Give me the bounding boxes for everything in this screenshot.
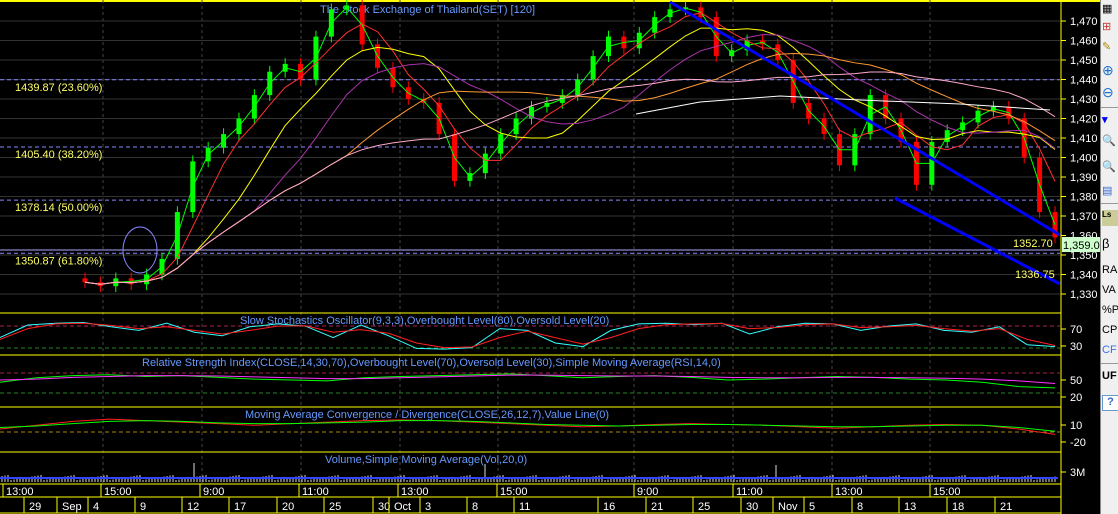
date-label: Oct xyxy=(394,501,411,513)
date-label: 30 xyxy=(746,501,758,513)
time-label: 13:00 xyxy=(835,486,863,498)
date-label: 8 xyxy=(472,501,478,513)
moving-average-line xyxy=(84,34,1056,285)
table-icon[interactable]: ▦ xyxy=(1102,2,1118,18)
date-label: 30 xyxy=(378,501,390,513)
plus-icon[interactable]: ⊕ xyxy=(1102,62,1118,78)
time-label: 15:00 xyxy=(933,486,961,498)
fib-label: 1378.14 (50.00%) xyxy=(15,202,102,214)
date-label: 18 xyxy=(952,501,964,513)
date-label: Nov xyxy=(778,501,798,513)
date-label: 17 xyxy=(234,501,246,513)
date-label: 21 xyxy=(651,501,663,513)
time-label: 9:00 xyxy=(203,486,224,498)
y-tick-label: 1,400 xyxy=(1070,153,1098,165)
indicator-title: Moving Average Convergence / Divergence(… xyxy=(245,409,609,421)
percent-p-button[interactable]: %P xyxy=(1102,304,1118,320)
y-tick-label: 1,420 xyxy=(1070,114,1098,126)
fib-label: 1405.40 (38.20%) xyxy=(15,149,102,161)
time-label: 15:00 xyxy=(500,486,528,498)
y-tick-label: 1,440 xyxy=(1070,75,1098,87)
y-tick-label: 1,370 xyxy=(1070,211,1098,223)
indicator-title: Volume,Simple Moving Average(Vol,20,0) xyxy=(325,454,527,466)
time-label: 11:00 xyxy=(736,486,763,498)
date-label: 4 xyxy=(93,501,99,513)
y-tick-label: 1,410 xyxy=(1070,133,1098,145)
ls-icon[interactable]: Ls xyxy=(1102,210,1118,226)
date-label: 5 xyxy=(809,501,815,513)
y-tick-label: 1,430 xyxy=(1070,94,1098,106)
zoom-out-icon[interactable]: 🔍 xyxy=(1102,160,1118,176)
y-tick-label: 1,450 xyxy=(1070,55,1098,67)
help-button[interactable]: ? xyxy=(1102,395,1118,411)
date-label: 20 xyxy=(282,501,294,513)
date-label: 16 xyxy=(603,501,615,513)
level-label: 1336.75 xyxy=(1015,269,1055,281)
signal-line xyxy=(0,420,1056,432)
date-label: Sep xyxy=(62,501,82,513)
moving-average-line xyxy=(84,27,1056,285)
price-style-icon[interactable]: ▾ xyxy=(1102,113,1118,129)
window-icon[interactable]: ▤ xyxy=(1102,184,1118,200)
properties-icon[interactable]: ✎ xyxy=(1102,40,1118,56)
uf-button[interactable]: UF xyxy=(1102,370,1118,386)
fib-label: 1350.87 (61.80%) xyxy=(15,255,102,267)
date-label: 13 xyxy=(904,501,916,513)
date-label: 21 xyxy=(1000,501,1012,513)
y-tick-label: 1,330 xyxy=(1070,289,1098,301)
indicator-tick-label: 20 xyxy=(1070,392,1082,404)
y-tick-label: 1,460 xyxy=(1070,36,1098,48)
date-label: 25 xyxy=(329,501,341,513)
date-label: 12 xyxy=(187,501,199,513)
indicator-tick-label: 50 xyxy=(1070,375,1082,387)
chart-add-icon[interactable]: ⊞ xyxy=(1102,20,1118,36)
time-label: 15:00 xyxy=(104,486,132,498)
zoom-in-icon[interactable]: 🔍 xyxy=(1102,134,1118,150)
cp-button[interactable]: CP xyxy=(1102,324,1118,340)
time-label: 9:00 xyxy=(637,486,658,498)
right-toolbar: ▦ ⊞ ✎ ⊕ ⊖ ▾ 🔍 🔍 ▤ Ls β RA VA %P CP CF UF… xyxy=(1100,0,1118,514)
time-label: 13:00 xyxy=(6,486,34,498)
indicator-tick-label: 70 xyxy=(1070,324,1082,336)
indicator-tick-label: 3M xyxy=(1070,467,1085,479)
y-tick-label: 1,380 xyxy=(1070,192,1098,204)
y-tick-label: 1,340 xyxy=(1070,270,1098,282)
date-label: 9 xyxy=(140,501,146,513)
fib-label: 1439.87 (23.60%) xyxy=(15,82,102,94)
candle-body xyxy=(82,278,88,283)
date-label: 8 xyxy=(857,501,863,513)
level-label: 1352.70 xyxy=(1013,238,1053,250)
moving-average-line xyxy=(84,71,1056,285)
indicator-tick-label: 30 xyxy=(1070,341,1082,353)
y-tick-label: 1,470 xyxy=(1070,16,1098,28)
date-label: 3 xyxy=(425,501,431,513)
cf-button[interactable]: CF xyxy=(1102,344,1118,360)
ra-button[interactable]: RA xyxy=(1102,264,1118,280)
date-label: 29 xyxy=(29,501,41,513)
time-label: 13:00 xyxy=(401,486,429,498)
indicator-title: Relative Strength Index(CLOSE,14,30,70),… xyxy=(142,357,721,369)
y-tick-label: 1,390 xyxy=(1070,172,1098,184)
last-price: 1,359.0 xyxy=(1063,240,1100,252)
beta-button[interactable]: β xyxy=(1102,236,1118,252)
va-button[interactable]: VA xyxy=(1102,284,1118,300)
minus-icon[interactable]: ⊖ xyxy=(1102,84,1118,100)
time-label: 11:00 xyxy=(302,486,329,498)
date-label: 25 xyxy=(698,501,710,513)
stock-chart[interactable]: 1,470 1,460 1,450 1,440 1,430 1,420 1,410 1,400… xyxy=(0,0,1100,514)
indicator-tick-label: 10 xyxy=(1070,420,1082,432)
indicator-tick-label: -20 xyxy=(1070,437,1086,449)
date-label: 11 xyxy=(519,501,530,513)
